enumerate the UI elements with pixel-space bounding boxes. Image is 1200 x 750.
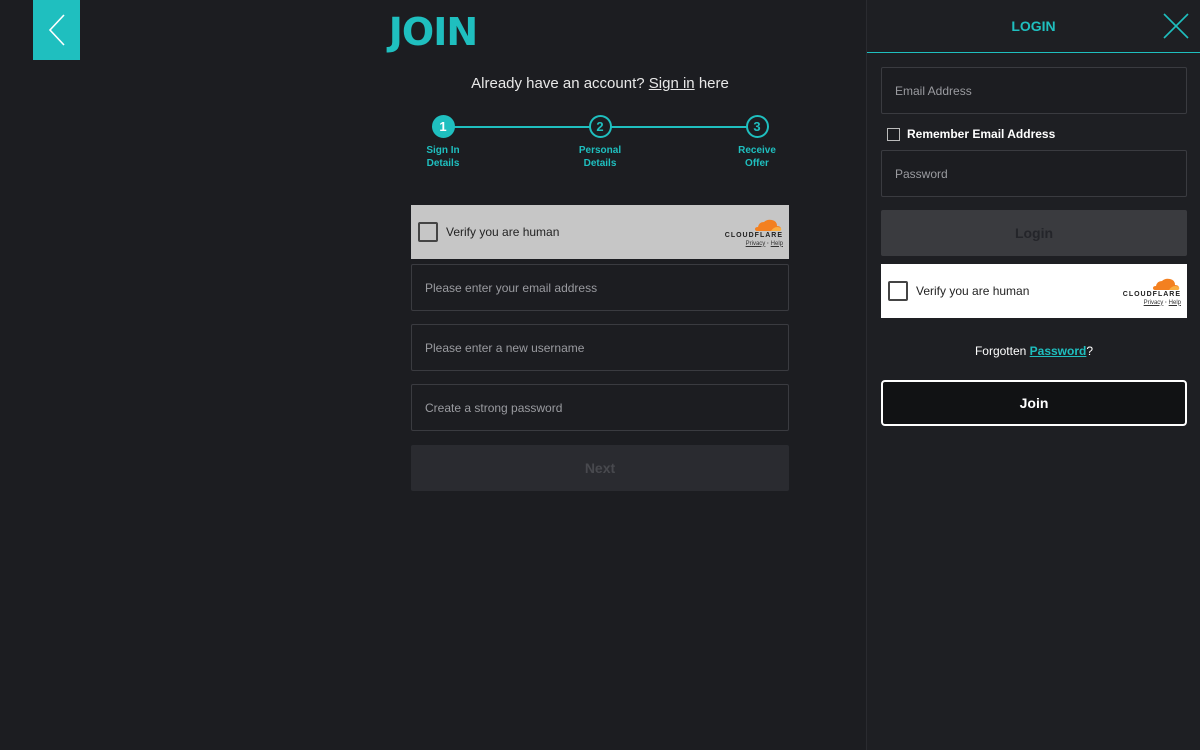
captcha-privacy-link[interactable]: Privacy <box>746 241 766 247</box>
forgot-suffix: ? <box>1086 344 1094 358</box>
step-2: 2 Personal Details <box>570 115 630 170</box>
remember-email-label: Remember Email Address <box>907 127 1056 141</box>
login-captcha-links: Privacy · Help <box>1144 300 1181 306</box>
username-input[interactable]: Please enter a new username <box>411 324 789 371</box>
captcha-links-separator: · <box>766 240 769 247</box>
login-email-placeholder: Email Address <box>895 83 972 98</box>
username-placeholder: Please enter a new username <box>425 340 585 355</box>
captcha-help-link[interactable]: Help <box>771 241 783 247</box>
login-panel-title: LOGIN <box>1011 18 1056 34</box>
login-captcha-privacy-link[interactable]: Privacy <box>1144 300 1164 306</box>
step-3-label-line2: Offer <box>745 158 769 169</box>
captcha-checkbox[interactable] <box>418 222 438 242</box>
login-password-input[interactable]: Password <box>881 150 1187 197</box>
step-2-label: Personal Details <box>570 144 630 170</box>
step-3-label: Receive Offer <box>727 144 787 170</box>
join-button[interactable]: Join <box>881 380 1187 426</box>
login-email-input[interactable]: Email Address <box>881 67 1187 114</box>
cloudflare-brand: CLOUDFLARE Privacy · Help <box>725 218 783 247</box>
captcha-widget: Verify you are human CLOUDFLARE Privacy … <box>411 205 789 259</box>
login-cloudflare-logo-text: CLOUDFLARE <box>1122 290 1181 298</box>
already-prefix: Already have an account? <box>471 75 645 92</box>
step-3: 3 Receive Offer <box>727 115 787 170</box>
cloudflare-cloud-icon <box>1153 278 1180 290</box>
email-placeholder: Please enter your email address <box>425 280 598 295</box>
page-title: JOIN <box>388 10 478 54</box>
login-captcha-widget: Verify you are human CLOUDFLARE Privacy … <box>881 264 1187 318</box>
login-captcha-help-link[interactable]: Help <box>1169 300 1181 306</box>
join-stepper: 1 Sign In Details 2 Personal Details 3 R… <box>411 115 789 175</box>
captcha-text: Verify you are human <box>446 225 560 239</box>
forgot-prefix: Forgotten <box>974 344 1027 358</box>
step-1: 1 Sign In Details <box>413 115 473 170</box>
email-input[interactable]: Please enter your email address <box>411 264 789 311</box>
login-button[interactable]: Login <box>881 210 1187 256</box>
login-panel-header: LOGIN <box>867 0 1200 53</box>
step-3-label-line1: Receive <box>738 145 776 156</box>
step-1-circle: 1 <box>431 115 455 138</box>
cloudflare-logo-text: CLOUDFLARE <box>724 231 783 239</box>
step-2-circle: 2 <box>588 115 612 138</box>
password-input[interactable]: Create a strong password <box>411 384 789 431</box>
captcha-links: Privacy · Help <box>746 241 783 247</box>
login-captcha-checkbox[interactable] <box>888 281 908 301</box>
step-1-label: Sign In Details <box>413 144 473 170</box>
forgot-password-link[interactable]: Password <box>1030 344 1087 358</box>
step-1-label-line1: Sign In <box>426 145 460 156</box>
password-placeholder: Create a strong password <box>425 400 563 415</box>
close-button[interactable] <box>1162 12 1190 40</box>
step-1-label-line2: Details <box>426 158 460 169</box>
sign-in-link[interactable]: Sign in <box>649 75 695 92</box>
login-password-placeholder: Password <box>895 166 948 181</box>
next-button[interactable]: Next <box>411 445 789 491</box>
forgotten-password-text: Forgotten Password? <box>867 344 1200 358</box>
step-2-label-line1: Personal <box>578 145 622 156</box>
cloudflare-cloud-icon <box>755 219 782 231</box>
login-cloudflare-brand: CLOUDFLARE Privacy · Help <box>1123 277 1181 306</box>
already-suffix: here <box>698 75 729 92</box>
close-icon <box>1163 13 1189 39</box>
step-2-label-line2: Details <box>583 158 617 169</box>
remember-email-row[interactable]: Remember Email Address <box>887 127 1055 141</box>
login-captcha-links-separator: · <box>1164 299 1167 306</box>
login-panel: LOGIN Email Address Remember Email Addre… <box>866 0 1200 750</box>
remember-email-checkbox[interactable] <box>887 127 900 141</box>
step-3-circle: 3 <box>745 115 769 138</box>
login-captcha-text: Verify you are human <box>916 284 1030 298</box>
